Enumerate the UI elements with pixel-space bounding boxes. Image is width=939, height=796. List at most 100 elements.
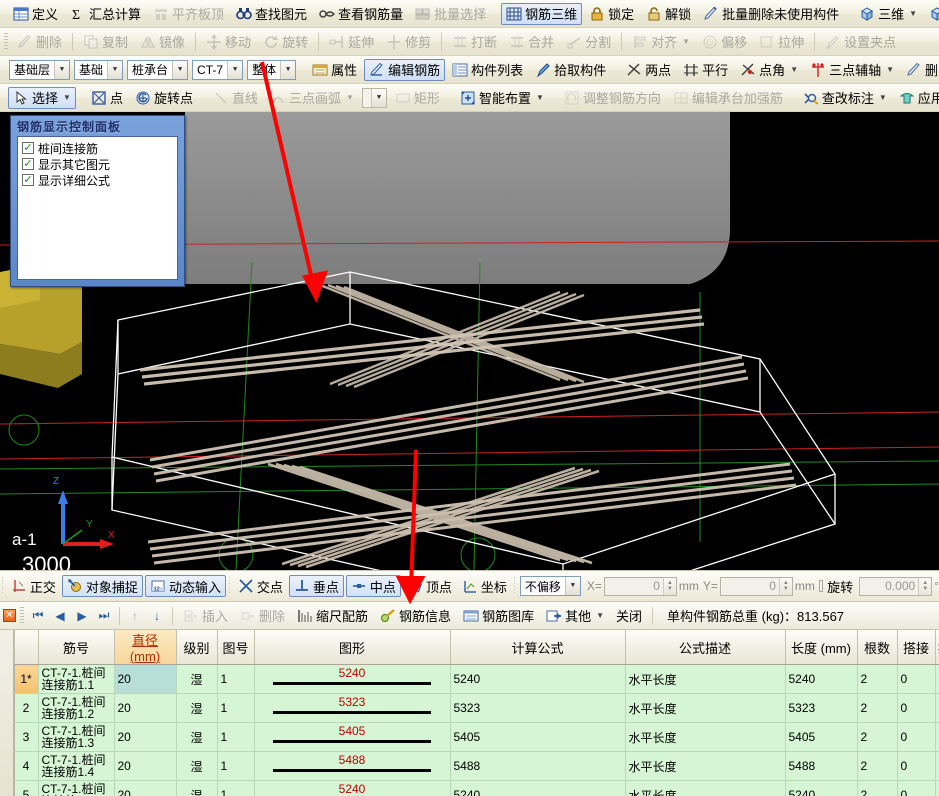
chevron-down-icon[interactable]: ▼ <box>536 93 544 102</box>
spinner-arrows[interactable]: ▲ ▼ <box>918 577 932 595</box>
cell-diameter[interactable]: 20 <box>114 751 177 781</box>
combo-category[interactable]: 基础 ▼ <box>74 59 124 80</box>
column-header-rownum[interactable] <box>14 630 39 665</box>
cell-grade[interactable]: 湿 <box>176 693 218 723</box>
y-offset-input[interactable]: 0 ▲ ▼ <box>719 576 793 596</box>
toolbar-button-point[interactable]: 点 <box>86 87 128 109</box>
cell-length[interactable]: 5240 <box>785 664 858 694</box>
nav-move-down[interactable]: ↓ <box>146 606 168 626</box>
toolbar-button-point-angle[interactable]: 点角 ▼ <box>735 59 803 81</box>
cell-tuhao[interactable]: 1 <box>217 751 255 781</box>
column-header-tuhao[interactable]: 图号 <box>217 630 255 665</box>
cell-length[interactable]: 5405 <box>785 722 858 752</box>
toolbar-grip[interactable] <box>2 577 3 595</box>
cell-loss[interactable]: 3 <box>935 751 939 781</box>
row-number-cell[interactable]: 4 <box>14 751 39 781</box>
toolbar-grip[interactable] <box>4 32 8 51</box>
toolbar-button-define[interactable]: 定义 <box>8 3 63 25</box>
chevron-down-icon[interactable]: ▼ <box>886 65 894 74</box>
cell-lap[interactable]: 0 <box>897 722 936 752</box>
toolbar-button-smart-layout[interactable]: 智能布置 ▼ <box>455 87 549 109</box>
chevron-down-icon[interactable]: ▼ <box>564 577 580 595</box>
rebar-table[interactable]: 筋号直径 (mm)级别图号图形计算公式公式描述长度 (mm)根数搭接损耗 1*C… <box>0 630 939 796</box>
chevron-down-icon[interactable]: ▼ <box>879 93 887 102</box>
cell-grade[interactable]: 湿 <box>176 664 218 694</box>
toolbar-grip[interactable] <box>20 606 24 625</box>
cell-formula[interactable]: 5240 <box>450 664 626 694</box>
cell-count[interactable]: 2 <box>857 751 898 781</box>
cell-length[interactable]: 5323 <box>785 693 858 723</box>
cell-diameter[interactable]: 20 <box>114 722 177 752</box>
cell-formula[interactable]: 5488 <box>450 751 626 781</box>
snap-toggle-perpendicular[interactable]: 垂点 <box>288 575 344 597</box>
cell-tuhao[interactable]: 1 <box>217 722 255 752</box>
cell-diameter[interactable]: 20 <box>114 780 177 796</box>
chevron-down-icon[interactable]: ▼ <box>280 60 296 79</box>
cell-lap[interactable]: 0 <box>897 780 936 796</box>
toolbar-button-apply-same-cap[interactable]: 应用到同名承台 <box>894 87 939 109</box>
cell-tuhao[interactable]: 1 <box>217 780 255 796</box>
cell-lap[interactable]: 0 <box>897 664 936 694</box>
toolbar-button-close-panel[interactable]: 关闭 <box>611 605 647 627</box>
combo-offset-mode[interactable]: 不偏移 ▼ <box>519 576 581 596</box>
cell-desc[interactable]: 水平长度 <box>625 664 786 694</box>
toolbar-grip[interactable] <box>513 577 515 595</box>
cell-count[interactable]: 2 <box>857 693 898 723</box>
toolbar-button-view-rebar[interactable]: 查看钢筋量 <box>314 3 408 25</box>
cell-desc[interactable]: 水平长度 <box>625 722 786 752</box>
snap-toggle-vertex[interactable]: 顶点 <box>403 575 456 597</box>
cell-length[interactable]: 5240 <box>785 780 858 796</box>
toolbar-button-edit-rebar[interactable]: 编辑钢筋 <box>364 58 446 81</box>
column-header-shape[interactable]: 图形 <box>254 630 451 665</box>
chevron-down-icon[interactable]: ▼ <box>172 60 188 79</box>
row-number-cell[interactable]: 5 <box>14 780 39 796</box>
nav-prev-record[interactable]: ◀ <box>49 606 71 626</box>
cell-count[interactable]: 2 <box>857 722 898 752</box>
cell-shape[interactable]: 5405 <box>254 722 451 752</box>
cell-count[interactable]: 2 <box>857 664 898 694</box>
rotate-enable-checkbox[interactable] <box>818 580 824 592</box>
cell-lap[interactable]: 0 <box>897 751 936 781</box>
chevron-down-icon[interactable]: ▼ <box>909 9 917 18</box>
close-icon[interactable]: ✕ <box>3 609 16 622</box>
chevron-down-icon[interactable]: ▼ <box>63 93 71 102</box>
table-row[interactable]: 3CT-7-1.桩间 连接筋1.320湿154055405水平长度5405203 <box>0 722 939 752</box>
spinner-arrows[interactable]: ▲ ▼ <box>778 577 792 595</box>
chevron-down-icon[interactable]: ▼ <box>107 60 123 79</box>
cell-jinhao[interactable]: CT-7-1.桩间 连接筋1.1 <box>38 664 115 694</box>
toolbar-button-unlock[interactable]: 解锁 <box>641 3 696 25</box>
toolbar-button-rebar-info[interactable]: 钢筋信息 <box>375 605 456 627</box>
spinner-arrows[interactable]: ▲ ▼ <box>662 577 676 595</box>
x-offset-input[interactable]: 0 ▲ ▼ <box>603 576 677 596</box>
table-row[interactable]: 2CT-7-1.桩间 连接筋1.220湿153235323水平长度5323203 <box>0 693 939 723</box>
table-row[interactable]: 5CT-7-1.桩间 连接筋2.120湿152405240水平长度5240203 <box>0 780 939 796</box>
cell-desc[interactable]: 水平长度 <box>625 780 786 796</box>
rebar-display-control-panel[interactable]: 钢筋显示控制面板 ✓ 桩间连接筋 ✓ 显示其它图元 ✓ 显示详细公式 <box>10 115 185 287</box>
row-number-cell[interactable]: 1* <box>14 664 39 694</box>
toolbar-button-lock[interactable]: 锁定 <box>584 3 639 25</box>
toolbar-button-topview[interactable]: 俯视▼ <box>924 3 939 25</box>
cell-grade[interactable]: 湿 <box>176 722 218 752</box>
toolbar-button-three-point-axis[interactable]: 三点辅轴 ▼ <box>805 59 899 81</box>
toolbar-grip[interactable] <box>228 577 230 595</box>
column-header-grade[interactable]: 级别 <box>176 630 218 665</box>
toolbar-button-cube[interactable]: 三维 ▼ <box>854 3 922 25</box>
cell-shape[interactable]: 5323 <box>254 693 451 723</box>
rotate-input[interactable]: 0.000 ▲ ▼ <box>859 576 933 596</box>
toolbar-button-rebar-library[interactable]: 钢筋图库 <box>458 605 539 627</box>
cell-grade[interactable]: 湿 <box>176 780 218 796</box>
toolbar-button-properties[interactable]: 属性 <box>307 59 362 81</box>
nav-last-record[interactable]: ⏭ <box>93 606 115 626</box>
toolbar-button-rebar-3d[interactable]: 钢筋三维 <box>501 2 583 25</box>
column-header-formula[interactable]: 计算公式 <box>450 630 626 665</box>
cell-diameter[interactable]: 20 <box>114 693 177 723</box>
snap-toggle-intersection[interactable]: 交点 <box>234 575 287 597</box>
column-header-jinhao[interactable]: 筋号 <box>38 630 115 665</box>
combo-component-type[interactable]: 桩承台 ▼ <box>127 59 189 80</box>
cell-length[interactable]: 5488 <box>785 751 858 781</box>
cell-loss[interactable]: 3 <box>935 780 939 796</box>
toolbar-button-other[interactable]: 其他 ▼ <box>541 605 609 627</box>
snap-toggle-coordinate[interactable]: 坐标 <box>458 575 511 597</box>
checkbox-row-pile-connect[interactable]: ✓ 桩间连接筋 <box>22 140 173 156</box>
column-header-desc[interactable]: 公式描述 <box>625 630 786 665</box>
